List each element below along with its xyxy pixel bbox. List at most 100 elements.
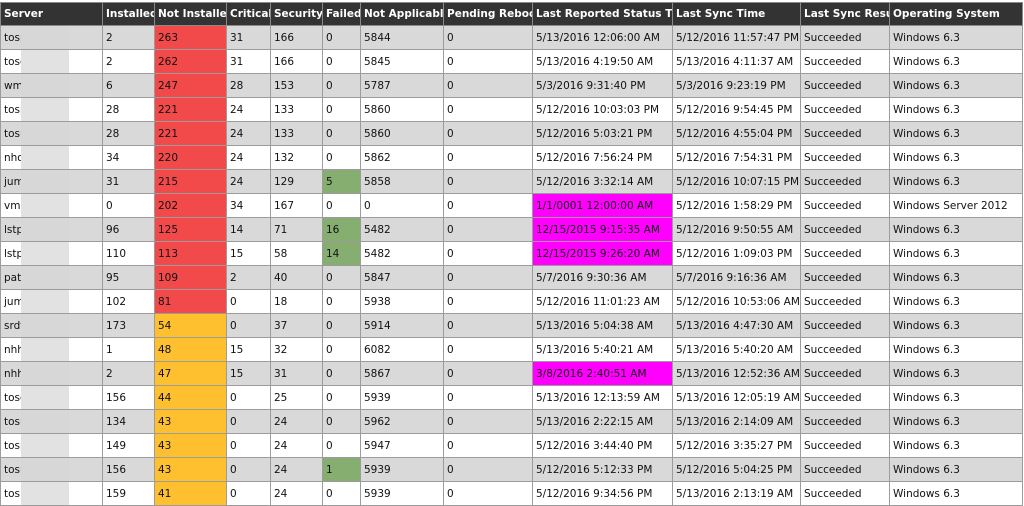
table-row[interactable]: nhh 2 47 15 31 0 5867 0 3/8/2016 2:40:51 AM 5/13/… (0, 361, 1023, 386)
last-sync-time-cell: 5/12/2016 7:54:31 PM (672, 145, 801, 170)
col-header-operating-system[interactable]: Operating System (889, 2, 1023, 26)
pending-reboot-cell: 0 (443, 289, 533, 314)
critical-cell: 24 (226, 97, 271, 122)
not-installed-cell: 44 (154, 385, 227, 410)
table-row[interactable]: nhh 1 48 15 32 0 6082 0 5/13/2016 5:40:21 AM 5/13… (0, 337, 1023, 362)
failed-cell: 0 (322, 481, 361, 506)
pending-reboot-cell: 0 (443, 121, 533, 146)
installed-cell: 149 (102, 433, 155, 458)
failed-cell: 0 (322, 361, 361, 386)
last-sync-result-cell: Succeeded (800, 289, 890, 314)
table-row[interactable]: patc 95 109 2 40 0 5847 0 5/7/2016 9:30:36 AM 5/7… (0, 265, 1023, 290)
col-header-not-applicable[interactable]: Not Applicable (360, 2, 444, 26)
pending-reboot-cell: 0 (443, 313, 533, 338)
server-cell: tosn (0, 433, 103, 458)
security-cell: 40 (270, 265, 323, 290)
redaction-mask (21, 26, 69, 49)
redaction-mask (21, 338, 69, 361)
operating-system-cell: Windows 6.3 (889, 385, 1023, 410)
col-header-failed[interactable]: Failed (322, 2, 361, 26)
last-sync-time-cell: 5/12/2016 10:07:15 PM (672, 169, 801, 194)
not-applicable-cell: 6082 (360, 337, 444, 362)
critical-cell: 24 (226, 145, 271, 170)
col-header-critical[interactable]: Critical (226, 2, 271, 26)
table-body: tosp 2 263 31 166 0 5844 0 5/13/2016 12:06:00 AM… (0, 25, 1023, 506)
col-header-last-reported-status-time[interactable]: Last Reported Status Time (532, 2, 673, 26)
table-row[interactable]: tosn 28 221 24 133 0 5860 0 5/12/2016 5:03:21 PM… (0, 121, 1023, 146)
not-installed-cell: 109 (154, 265, 227, 290)
critical-cell: 0 (226, 481, 271, 506)
not-installed-cell: 125 (154, 217, 227, 242)
table-row[interactable]: jum 102 81 0 18 0 5938 0 5/12/2016 11:01:23 AM 5/… (0, 289, 1023, 314)
table-row[interactable]: tos 159 41 0 24 0 5939 0 5/12/2016 9:34:56 PM 5/1… (0, 481, 1023, 506)
last-reported-status-time-cell: 5/7/2016 9:30:36 AM (532, 265, 673, 290)
not-applicable-cell: 5914 (360, 313, 444, 338)
critical-cell: 14 (226, 217, 271, 242)
server-name: tos (4, 487, 21, 500)
failed-cell: 0 (322, 49, 361, 74)
table-row[interactable]: tosr 156 43 0 24 1 5939 0 5/12/2016 5:12:33 PM 5/… (0, 457, 1023, 482)
critical-cell: 34 (226, 193, 271, 218)
col-header-server[interactable]: Server (0, 2, 103, 26)
last-sync-time-cell: 5/12/2016 1:09:03 PM (672, 241, 801, 266)
table-row[interactable]: tosr 134 43 0 24 0 5962 0 5/13/2016 2:22:15 AM 5/… (0, 409, 1023, 434)
security-cell: 132 (270, 145, 323, 170)
table-row[interactable]: lstpa 110 113 15 58 14 5482 0 12/15/2015 9:26:20… (0, 241, 1023, 266)
server-cell: patc (0, 265, 103, 290)
not-installed-cell: 220 (154, 145, 227, 170)
col-header-installed[interactable]: Installed (102, 2, 155, 26)
not-installed-cell: 47 (154, 361, 227, 386)
installed-cell: 28 (102, 121, 155, 146)
failed-cell: 5 (322, 169, 361, 194)
operating-system-cell: Windows 6.3 (889, 289, 1023, 314)
failed-cell: 0 (322, 313, 361, 338)
col-header-not-installed[interactable]: Not Installed (154, 2, 227, 26)
last-reported-status-time-cell: 5/12/2016 10:03:03 PM (532, 97, 673, 122)
not-applicable-cell: 5858 (360, 169, 444, 194)
not-installed-cell: 81 (154, 289, 227, 314)
pending-reboot-cell: 0 (443, 481, 533, 506)
installed-cell: 102 (102, 289, 155, 314)
col-header-pending-reboot[interactable]: Pending Reboot (443, 2, 533, 26)
table-row[interactable]: srdt 173 54 0 37 0 5914 0 5/13/2016 5:04:38 AM 5/… (0, 313, 1023, 338)
security-cell: 71 (270, 217, 323, 242)
critical-cell: 31 (226, 49, 271, 74)
table-row[interactable]: vmb 0 202 34 167 0 0 0 1/1/0001 12:00:00 AM 5/12/… (0, 193, 1023, 218)
col-header-last-sync-time[interactable]: Last Sync Time (672, 2, 801, 26)
critical-cell: 15 (226, 337, 271, 362)
security-cell: 167 (270, 193, 323, 218)
table-row[interactable]: tosg 156 44 0 25 0 5939 0 5/13/2016 12:13:59 AM 5… (0, 385, 1023, 410)
table-row[interactable]: tosn 149 43 0 24 0 5947 0 5/12/2016 3:44:40 PM 5/… (0, 433, 1023, 458)
col-header-last-sync-result[interactable]: Last Sync Result (800, 2, 890, 26)
redaction-mask (21, 218, 69, 241)
not-applicable-cell: 5947 (360, 433, 444, 458)
last-sync-result-cell: Succeeded (800, 49, 890, 74)
installed-cell: 6 (102, 73, 155, 98)
table-row[interactable]: lstpa 96 125 14 71 16 5482 0 12/15/2015 9:15:35 … (0, 217, 1023, 242)
operating-system-cell: Windows 6.3 (889, 481, 1023, 506)
table-row[interactable]: tosp 2 263 31 166 0 5844 0 5/13/2016 12:06:00 AM… (0, 25, 1023, 50)
last-reported-status-time-cell: 5/12/2016 11:01:23 AM (532, 289, 673, 314)
not-applicable-cell: 5847 (360, 265, 444, 290)
critical-cell: 15 (226, 241, 271, 266)
table-row[interactable]: nho 34 220 24 132 0 5862 0 5/12/2016 7:56:24 PM 5… (0, 145, 1023, 170)
security-cell: 25 (270, 385, 323, 410)
last-sync-time-cell: 5/12/2016 3:35:27 PM (672, 433, 801, 458)
col-header-security[interactable]: Security (270, 2, 323, 26)
last-sync-result-cell: Succeeded (800, 361, 890, 386)
security-cell: 37 (270, 313, 323, 338)
redaction-mask (21, 314, 69, 337)
failed-cell: 0 (322, 121, 361, 146)
installed-cell: 1 (102, 337, 155, 362)
last-sync-result-cell: Succeeded (800, 481, 890, 506)
server-cell: tos (0, 481, 103, 506)
last-sync-time-cell: 5/3/2016 9:23:19 PM (672, 73, 801, 98)
last-sync-time-cell: 5/13/2016 4:11:37 AM (672, 49, 801, 74)
last-sync-result-cell: Succeeded (800, 409, 890, 434)
table-row[interactable]: tosg 2 262 31 166 0 5845 0 5/13/2016 4:19:50 AM 5… (0, 49, 1023, 74)
failed-cell: 0 (322, 409, 361, 434)
failed-cell: 0 (322, 265, 361, 290)
table-row[interactable]: wm 6 247 28 153 0 5787 0 5/3/2016 9:31:40 PM 5/3/… (0, 73, 1023, 98)
table-row[interactable]: jum 31 215 24 129 5 5858 0 5/12/2016 3:32:14 AM 5… (0, 169, 1023, 194)
table-row[interactable]: tosp 28 221 24 133 0 5860 0 5/12/2016 10:03:03 P… (0, 97, 1023, 122)
